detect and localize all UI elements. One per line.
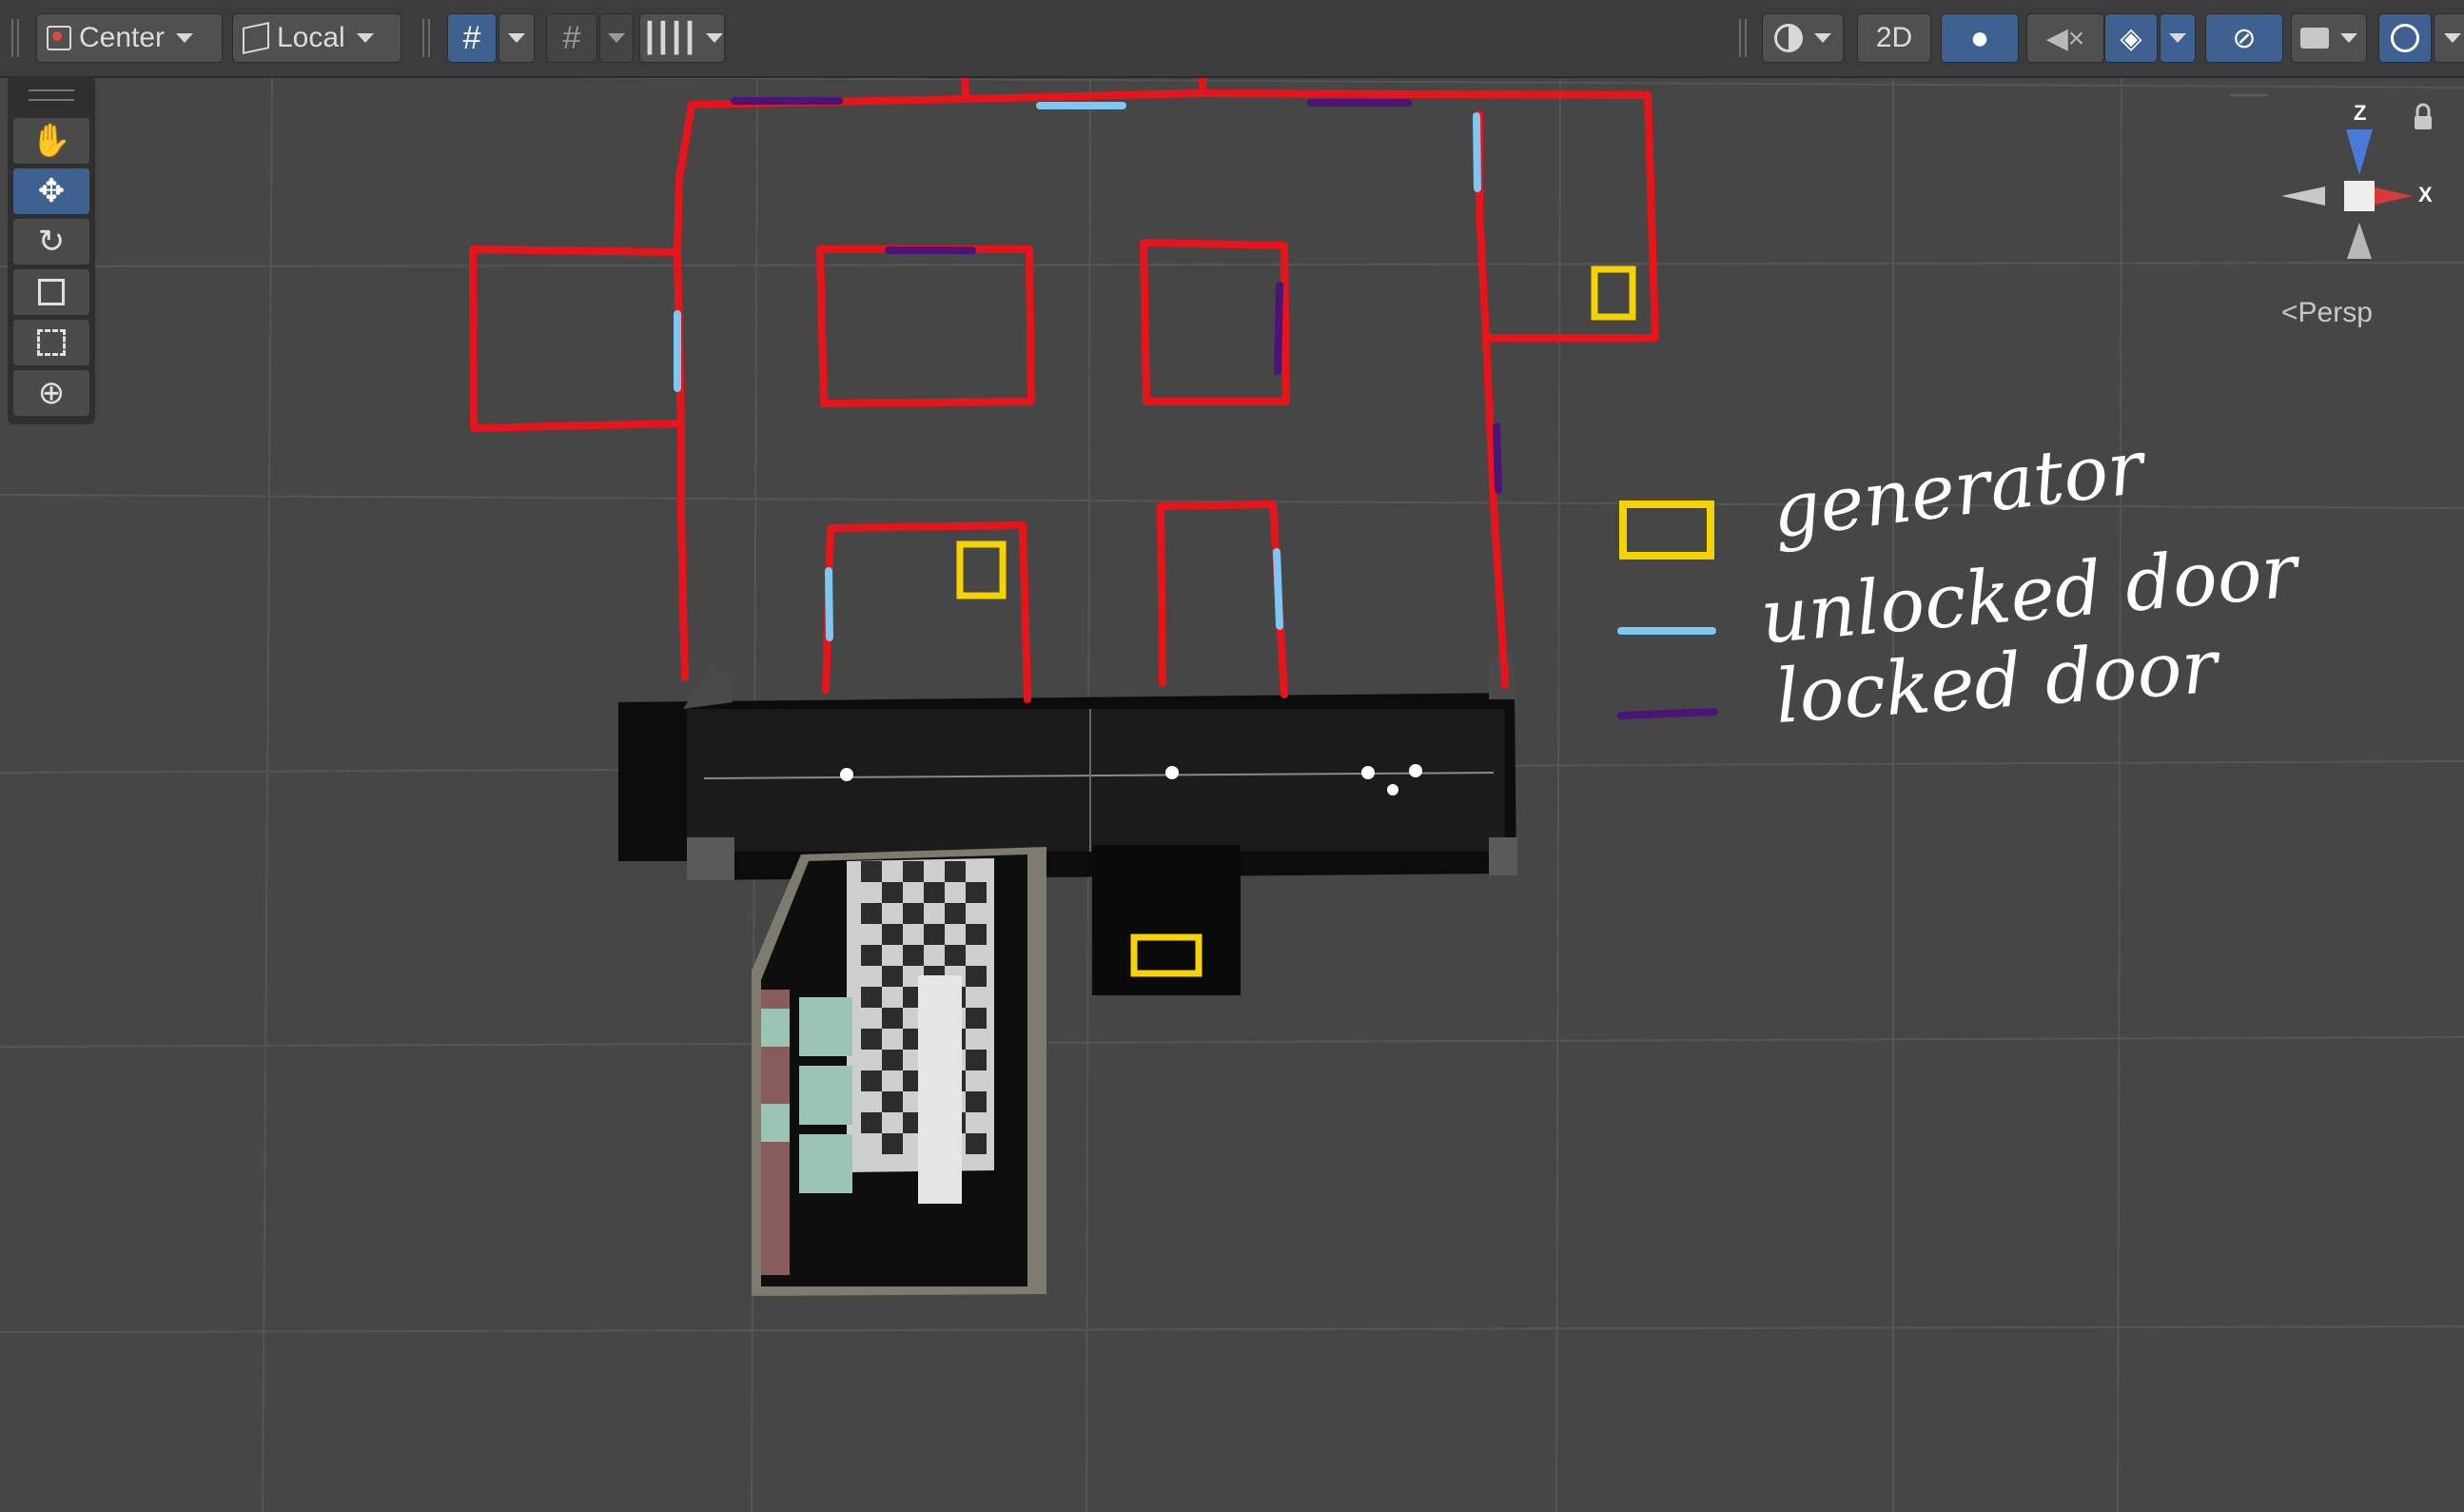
hand-tool-button[interactable]: ✋ [13,118,89,164]
projection-toggle[interactable]: <Persp [2281,297,2373,329]
audio-toggle-button[interactable]: ◀× [2026,13,2104,63]
audio-mute-icon: ◀× [2045,22,2085,54]
hand-icon: ✋ [30,123,72,159]
local-cube-icon [243,22,269,54]
gizmo-z-label: Z [2354,101,2366,125]
toolbar-grip[interactable] [422,19,430,57]
effects-icon: ◈ [2120,22,2142,54]
scene-viewport[interactable]: Z X [0,0,2464,1512]
pivot-mode-label: Center [79,22,166,53]
gizmos-dropdown[interactable] [2434,13,2464,63]
rotate-tool-button[interactable]: ↻ [13,219,89,265]
chevron-down-icon [508,33,525,43]
rotate-icon: ↻ [37,224,66,260]
ruler-icon: ┃┃┃┃ [640,22,698,54]
chevron-down-icon [356,33,374,43]
ruler-dropdown[interactable]: ┃┃┃┃ [639,13,725,63]
rect-tool-button[interactable] [13,320,89,365]
pivot-mode-dropdown[interactable]: Center [36,13,223,63]
chevron-down-icon [176,33,194,43]
toolbar-grip[interactable] [1739,19,1747,57]
orientation-gizmo[interactable]: Z X [2281,101,2433,259]
increment-snap-button[interactable]: # [546,13,597,63]
hidden-icon: ⊘ [2232,22,2257,54]
locked-doors [731,97,1502,494]
gizmos-icon [2391,24,2419,52]
level-geometry[interactable] [618,652,1517,1296]
scale-tool-button[interactable] [13,269,89,315]
tools-panel-grip[interactable] [29,89,74,101]
pivot-rotation-label: Local [277,22,345,53]
effects-button[interactable]: ◈ [2104,13,2158,63]
chevron-left-icon: < [2281,297,2298,328]
transform-icon: ⊕ [37,375,66,411]
walls-overlay [469,2,1659,703]
pivot-icon [47,26,71,50]
gizmos-button[interactable] [2378,13,2432,63]
chevron-down-icon [2444,33,2461,43]
effects-dropdown[interactable] [2160,13,2196,63]
light-icon: ● [1969,19,1990,56]
legend-locked-swatch [1617,708,1718,719]
chevron-down-icon [2340,33,2357,43]
legend-generator-swatch [1619,501,1714,560]
projection-label: Persp [2298,297,2373,328]
grid-snap-dropdown[interactable] [499,13,535,63]
scene-visibility-button[interactable]: ⊘ [2205,13,2283,63]
rect-icon [37,329,66,356]
move-icon: ✥ [37,173,66,209]
lock-icon[interactable] [2415,103,2432,129]
gizmo-x-label: X [2418,183,2433,206]
grid-snap-button[interactable]: # [447,13,497,63]
chevron-down-icon [1814,33,1831,43]
transform-tool-button[interactable]: ⊕ [13,370,89,416]
scene-toolbar: Center Local # # ┃┃┃┃ 2D ● ◀× ◈ ⊘ [0,0,2464,78]
chevron-down-icon [608,33,625,43]
shading-mode-dropdown[interactable] [1762,13,1844,63]
increment-snap-icon: # [562,19,581,56]
pivot-rotation-dropdown[interactable]: Local [232,13,401,63]
move-tool-button[interactable]: ✥ [13,168,89,214]
chevron-down-icon [2169,33,2186,43]
mode-2d-label: 2D [1875,22,1913,53]
camera-settings-dropdown[interactable] [2291,13,2367,63]
mode-2d-button[interactable]: 2D [1857,13,1931,63]
tools-overlay: ✋ ✥ ↻ ⊕ [8,76,95,424]
camera-icon [2300,28,2329,49]
legend-swatches [1617,501,1718,719]
increment-snap-dropdown[interactable] [599,13,634,63]
grid-snap-icon: # [462,19,481,56]
unlocked-doors [674,102,1481,641]
chevron-down-icon [706,33,724,43]
scene-lighting-button[interactable]: ● [1941,13,2019,63]
scale-icon [38,279,65,305]
shading-icon [1774,24,1803,52]
toolbar-grip[interactable] [11,19,19,57]
